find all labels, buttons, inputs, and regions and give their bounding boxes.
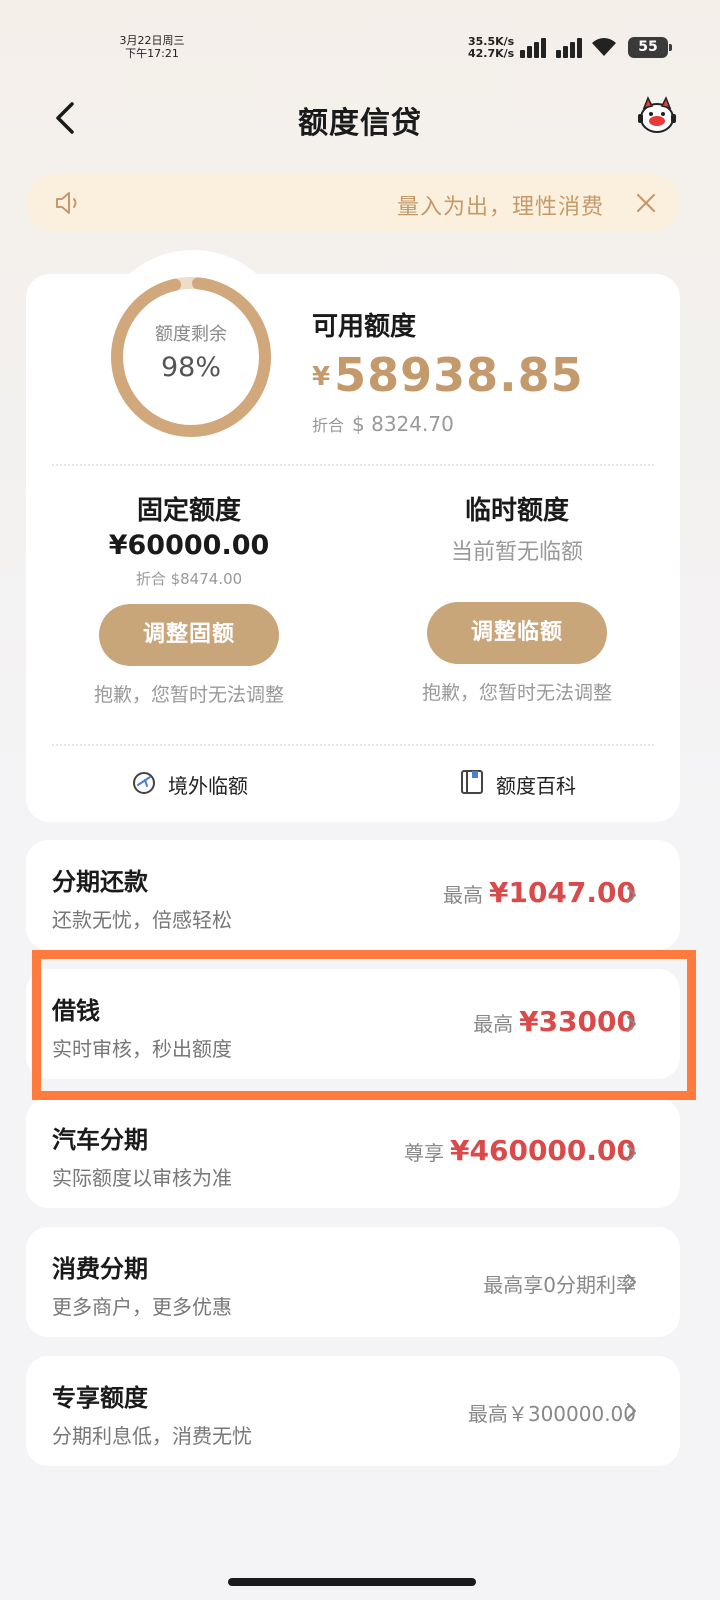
- divider: [52, 464, 654, 466]
- available-usd: 折合 $ 8324.70: [312, 412, 454, 436]
- fixed-limit-section: 固定额度 ¥60000.00 折合 $8474.00 调整固额 抱歉，您暂时无法…: [59, 490, 319, 707]
- row-title: 专享额度: [52, 1384, 148, 1412]
- close-icon[interactable]: [634, 191, 658, 215]
- header: 额度信贷: [0, 80, 720, 156]
- chevron-right-icon: [627, 887, 636, 903]
- wifi-icon: [592, 38, 616, 56]
- temp-limit-section: 临时额度 当前暂无临额 调整临额 抱歉，您暂时无法调整: [387, 490, 647, 705]
- status-date: 3月22日周三: [119, 34, 185, 47]
- list-item-consumer-installment[interactable]: 消费分期 更多商户，更多优惠 最高享0分期利率: [26, 1227, 680, 1337]
- available-amount-value: 58938.85: [334, 348, 584, 402]
- row-subtitle: 分期利息低，消费无忧: [52, 1424, 252, 1448]
- chevron-right-icon: [627, 1403, 636, 1419]
- home-indicator[interactable]: [228, 1578, 476, 1586]
- adjust-temp-button[interactable]: 调整临额: [427, 602, 607, 664]
- credit-wiki-label: 额度百科: [496, 774, 576, 798]
- status-datetime: 3月22日周三 下午17:21: [112, 34, 192, 60]
- row-value: 最高享0分期利率: [483, 1269, 636, 1298]
- highlight-box: [32, 950, 696, 1100]
- mascot-icon[interactable]: [636, 94, 678, 136]
- row-subtitle: 还款无忧，倍感轻松: [52, 908, 232, 932]
- status-bar: 3月22日周三 下午17:21 35.5K/s 42.7K/s 55: [0, 0, 720, 80]
- row-value-amount: ¥460000.00: [450, 1134, 636, 1167]
- remaining-percent: 98%: [160, 352, 221, 383]
- row-title: 汽车分期: [52, 1126, 148, 1154]
- row-value-text: 最高享0分期利率: [483, 1273, 636, 1297]
- network-speed: 35.5K/s 42.7K/s: [468, 36, 514, 60]
- available-amount: ¥58938.85: [312, 348, 584, 402]
- book-icon: [461, 770, 483, 794]
- currency-symbol: ¥: [312, 362, 331, 392]
- credit-card: 额度剩余 98% 可用额度 ¥58938.85 折合 $ 8324.70 固定额度…: [26, 250, 680, 822]
- row-value-prefix: 尊享: [404, 1141, 445, 1165]
- page-title: 额度信贷: [298, 106, 422, 141]
- temp-limit-status: 当前暂无临额: [450, 540, 583, 565]
- signal-icon: [520, 38, 550, 58]
- available-label: 可用额度: [312, 312, 417, 342]
- row-title: 消费分期: [52, 1255, 148, 1283]
- globe-plane-icon: [133, 772, 155, 794]
- divider: [52, 744, 654, 746]
- row-subtitle: 更多商户，更多优惠: [52, 1295, 232, 1319]
- fixed-limit-usd: 折合 $8474.00: [135, 570, 243, 588]
- signal-icon: [556, 38, 586, 58]
- remaining-label: 额度剩余: [155, 324, 227, 345]
- fixed-limit-note: 抱歉，您暂时无法调整: [93, 684, 284, 706]
- chevron-right-icon: [627, 1145, 636, 1161]
- battery-icon: 55: [628, 37, 672, 58]
- speaker-icon: [56, 192, 77, 214]
- notice-text: 量入为出，理性消费: [396, 195, 604, 220]
- chevron-right-icon: [627, 1274, 636, 1290]
- row-value-text: 最高￥300000.00: [467, 1402, 636, 1426]
- list-item-installment-repay[interactable]: 分期还款 还款无忧，倍感轻松 最高 ¥1047.00: [26, 840, 680, 950]
- temp-limit-note: 抱歉，您暂时无法调整: [421, 682, 612, 704]
- overseas-temp-limit-label: 境外临额: [168, 774, 248, 798]
- row-subtitle: 实际额度以审核为准: [52, 1166, 232, 1190]
- row-value-prefix: 最高: [442, 883, 483, 907]
- status-time: 下午17:21: [125, 47, 179, 60]
- temp-limit-title: 临时额度: [464, 496, 569, 526]
- row-value: 最高 ¥1047.00: [443, 876, 636, 909]
- row-value-amount: ¥1047.00: [488, 876, 636, 909]
- usd-amount: $ 8324.70: [352, 412, 454, 436]
- row-title: 分期还款: [52, 868, 148, 896]
- fixed-limit-title: 固定额度: [136, 496, 241, 526]
- fixed-limit-amount: ¥60000.00: [108, 530, 270, 561]
- remaining-ring: 额度剩余 98%: [106, 272, 276, 442]
- list-item-exclusive-limit[interactable]: 专享额度 分期利息低，消费无忧 最高￥300000.00: [26, 1356, 680, 1466]
- download-speed: 42.7K/s: [468, 47, 515, 60]
- notice-bar: 量入为出，理性消费: [26, 174, 680, 232]
- list-item-car-installment[interactable]: 汽车分期 实际额度以审核为准 尊享 ¥460000.00: [26, 1098, 680, 1208]
- usd-prefix: 折合: [312, 416, 345, 435]
- row-value: 尊享 ¥460000.00: [404, 1134, 636, 1167]
- adjust-fixed-button[interactable]: 调整固额: [99, 604, 279, 666]
- row-value: 最高￥300000.00: [468, 1398, 636, 1427]
